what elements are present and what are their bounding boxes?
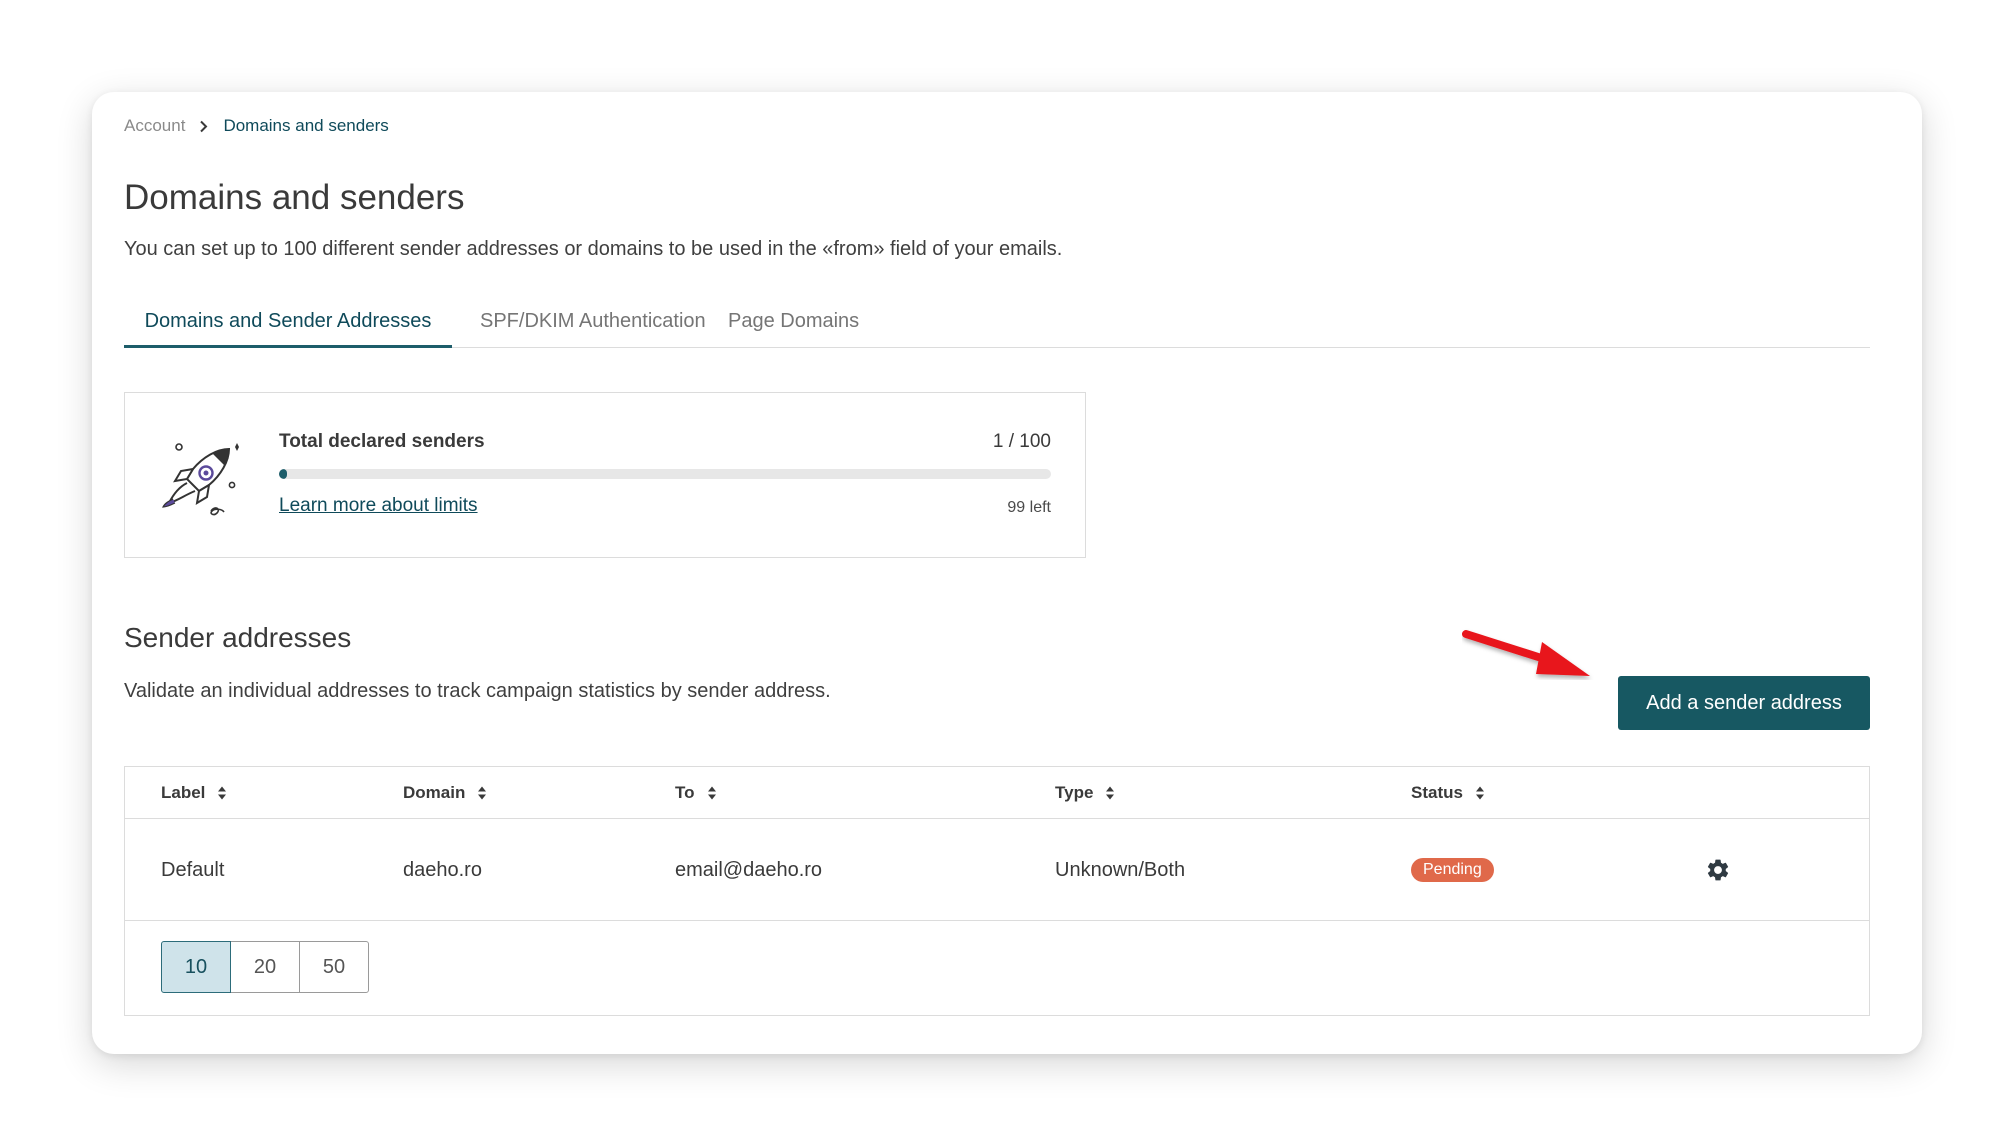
column-header-text: Type	[1055, 783, 1094, 802]
tab-domains-and-sender-addresses[interactable]: Domains and Sender Addresses	[124, 300, 452, 348]
column-header-status[interactable]: Status	[1411, 767, 1485, 819]
red-arrow-annotation-icon	[1462, 622, 1596, 680]
add-sender-address-button[interactable]: Add a sender address	[1618, 676, 1870, 730]
sort-icon	[707, 786, 716, 800]
breadcrumb-account-link[interactable]: Account	[124, 116, 185, 136]
page-title: Domains and senders	[124, 178, 465, 217]
column-header-text: Status	[1411, 783, 1463, 802]
sender-addresses-title: Sender addresses	[124, 622, 352, 653]
rocket-icon	[159, 439, 243, 523]
limits-count: 1 / 100	[992, 431, 1051, 452]
column-header-text: Domain	[403, 783, 466, 802]
page-size-selector: 10 20 50	[161, 941, 369, 993]
tab-spf-dkim-authentication[interactable]: SPF/DKIM Authentication	[480, 300, 706, 348]
cell-domain: daeho.ro	[403, 859, 482, 881]
cell-label: Default	[161, 859, 225, 881]
learn-more-limits-link[interactable]: Learn more about limits	[279, 495, 478, 517]
chevron-right-icon	[199, 114, 209, 138]
main-card: Account Domains and senders Domains and …	[92, 92, 1922, 1054]
column-header-to[interactable]: To	[675, 767, 717, 819]
breadcrumb: Account Domains and senders	[124, 114, 389, 138]
page-size-20-button[interactable]: 20	[230, 941, 300, 993]
table-header: Label Domain To Type Status	[125, 767, 1869, 819]
gear-icon[interactable]	[1705, 857, 1731, 883]
cell-type: Unknown/Both	[1055, 859, 1186, 881]
cell-to: email@daeho.ro	[675, 859, 823, 881]
sender-limits-panel: Total declared senders 1 / 100 Learn mor…	[124, 392, 1086, 558]
sort-icon	[1475, 786, 1484, 800]
column-header-domain[interactable]: Domain	[403, 767, 487, 819]
breadcrumb-current: Domains and senders	[223, 116, 389, 135]
limits-progress-fill	[279, 469, 287, 479]
sort-icon	[1106, 786, 1115, 800]
sort-icon	[218, 786, 227, 800]
sort-icon	[478, 786, 487, 800]
tab-bar: Domains and Sender Addresses SPF/DKIM Au…	[124, 300, 1870, 348]
page-size-50-button[interactable]: 50	[299, 941, 369, 993]
column-header-text: Label	[161, 783, 206, 802]
sender-addresses-description: Validate an individual addresses to trac…	[124, 680, 831, 702]
limits-remaining: 99 left	[1007, 499, 1051, 516]
tab-page-domains[interactable]: Page Domains	[728, 300, 859, 348]
cell-status: Pending	[1411, 819, 1494, 921]
column-header-label[interactable]: Label	[161, 767, 227, 819]
page-description: You can set up to 100 different sender a…	[124, 238, 1063, 260]
senders-table: Label Domain To Type Status Default daeh…	[124, 766, 1870, 1016]
page-size-10-button[interactable]: 10	[161, 941, 231, 993]
column-header-type[interactable]: Type	[1055, 767, 1115, 819]
status-badge: Pending	[1411, 858, 1494, 882]
column-header-text: To	[675, 783, 695, 802]
limits-progress-bar	[279, 469, 1051, 479]
limits-label: Total declared senders	[279, 431, 485, 452]
table-row: Default daeho.ro email@daeho.ro Unknown/…	[125, 819, 1869, 921]
